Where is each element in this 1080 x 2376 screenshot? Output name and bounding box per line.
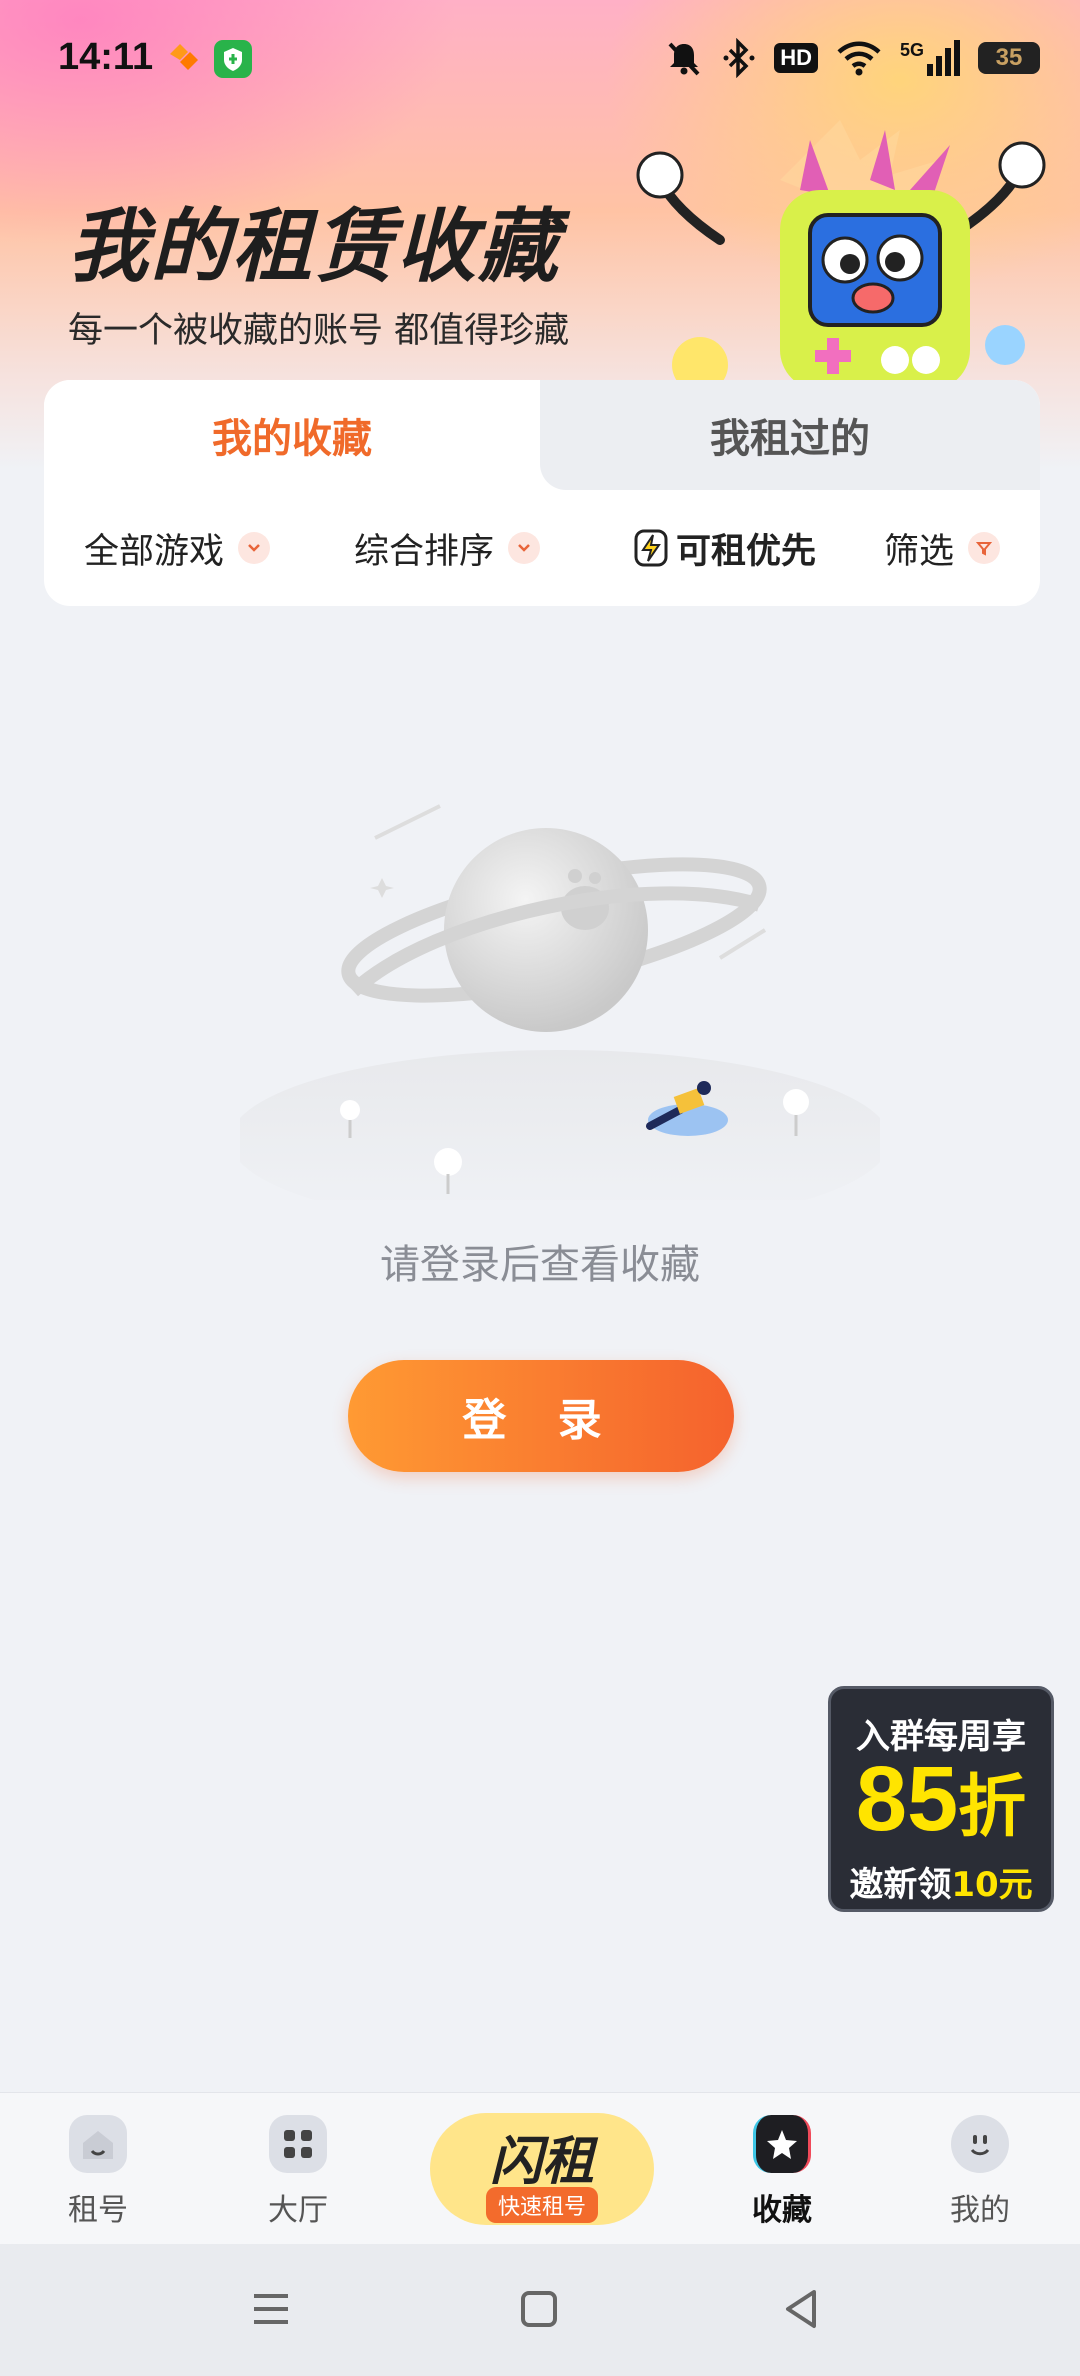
menu-icon[interactable] <box>250 2288 292 2330</box>
login-button[interactable]: 登 录 <box>348 1360 734 1472</box>
nav-label-rent: 租号 <box>68 2193 128 2228</box>
filter-all-games-label: 全部游戏 <box>84 531 225 572</box>
quick-rent-subtitle: 快速租号 <box>485 2187 599 2223</box>
nav-item-rent[interactable]: 租号 <box>38 2115 158 2229</box>
tab-rented-history[interactable]: 我租过的 <box>540 380 1040 490</box>
status-bar: 14:11 HD 5G 35 <box>0 0 1080 120</box>
filter-bar: 全部游戏 综合排序 可租优先 筛选 <box>44 490 1040 606</box>
chevron-down-icon <box>508 532 541 564</box>
promo-discount-unit: 折 <box>958 1769 1027 1845</box>
empty-state-message: 请登录后查看收藏 <box>380 1242 700 1288</box>
quick-rent-button[interactable]: 闪租 快速租号 <box>430 2113 654 2225</box>
system-nav-bar <box>0 2244 1080 2376</box>
filter-button[interactable]: 筛选 <box>884 490 1001 606</box>
network-type: 5G <box>899 40 924 60</box>
grid-icon <box>269 2115 327 2173</box>
nav-item-favorites[interactable]: 收藏 <box>722 2115 842 2229</box>
filter-all-games[interactable]: 全部游戏 <box>84 490 271 606</box>
promo-floating-banner[interactable]: 入群每周享 85折 邀新领10元 <box>828 1686 1054 1912</box>
promo-discount-value: 85 <box>855 1748 959 1850</box>
promo-invite-text: 邀新领 <box>849 1865 952 1905</box>
filter-sort[interactable]: 综合排序 <box>354 490 541 606</box>
tab-my-favorites[interactable]: 我的收藏 <box>44 380 540 490</box>
nav-label-favorites: 收藏 <box>752 2193 812 2228</box>
signal-icon: 5G <box>900 40 960 76</box>
profile-icon <box>951 2115 1009 2173</box>
home-square-icon[interactable] <box>518 2288 560 2330</box>
status-time: 14:11 <box>58 36 154 78</box>
lightning-icon <box>634 529 668 567</box>
filter-rentable-first-label: 可租优先 <box>676 530 817 572</box>
nav-label-lobby: 大厅 <box>268 2193 328 2228</box>
filter-sort-label: 综合排序 <box>354 531 495 572</box>
mute-bell-icon <box>668 42 700 76</box>
page-title: 我的租赁收藏 <box>68 200 560 293</box>
chevron-down-icon <box>238 532 271 564</box>
nav-label-profile: 我的 <box>950 2193 1010 2228</box>
battery-level: 35 <box>995 44 1023 71</box>
nav-item-profile[interactable]: 我的 <box>920 2115 1040 2229</box>
promo-line3: 邀新领10元 <box>831 1857 1051 1906</box>
wifi-icon <box>837 41 881 76</box>
quick-rent-title: 闪租 <box>489 2132 594 2192</box>
mascot-illustration <box>636 120 1046 380</box>
filter-button-label: 筛选 <box>884 531 955 572</box>
app-notification-icon <box>170 44 198 70</box>
hd-badge: HD <box>774 43 818 73</box>
battery-icon: 35 <box>978 42 1040 74</box>
star-icon <box>753 2115 811 2173</box>
favorites-panel: 我的收藏 我租过的 全部游戏 综合排序 可租优先 筛选 <box>44 380 1040 606</box>
filter-funnel-icon <box>968 532 1001 564</box>
back-icon[interactable] <box>780 2288 822 2330</box>
page-subtitle: 每一个被收藏的账号 都值得珍藏 <box>68 311 570 351</box>
filter-rentable-first[interactable]: 可租优先 <box>634 490 816 606</box>
promo-invite-amount: 10元 <box>951 1865 1033 1905</box>
security-app-icon <box>214 40 252 78</box>
bluetooth-icon <box>723 38 755 78</box>
empty-planet-illustration <box>240 804 880 1200</box>
status-icons: HD 5G 35 <box>664 36 1040 80</box>
nav-item-lobby[interactable]: 大厅 <box>238 2115 358 2229</box>
bottom-nav: 租号 大厅 闪租 快速租号 收藏 我的 <box>0 2092 1080 2245</box>
promo-discount: 85折 <box>831 1749 1051 1857</box>
home-icon <box>69 2115 127 2173</box>
